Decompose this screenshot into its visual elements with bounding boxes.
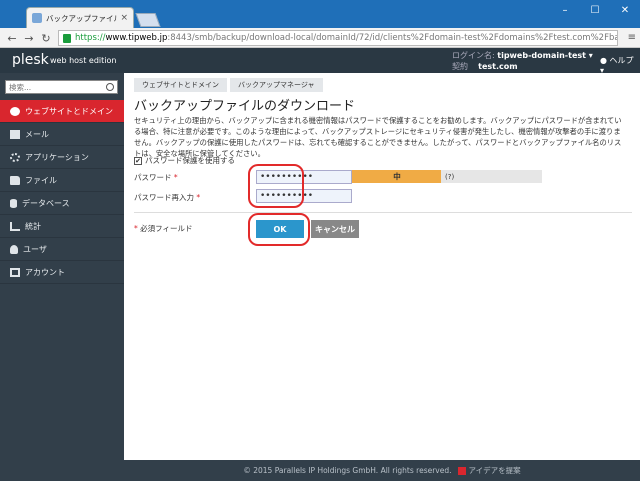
globe-icon [10, 106, 20, 116]
highlight-annotation [248, 164, 304, 208]
sidebar: ウェブサイトとドメイン メール アプリケーション ファイル データベース 統計 … [0, 73, 124, 481]
back-arrow-icon[interactable]: ← [4, 30, 20, 46]
url-scheme: https:// [75, 33, 106, 43]
password-strength-label: 中 [393, 172, 401, 181]
new-tab-button[interactable] [135, 13, 161, 27]
sidebar-item-label: 統計 [25, 221, 41, 231]
sidebar-item-label: アカウント [25, 267, 65, 277]
suggest-idea-link[interactable]: アイデアを提案 [469, 465, 521, 476]
sidebar-item-databases[interactable]: データベース [0, 192, 124, 215]
login-label: ログイン名: [452, 51, 495, 60]
minimize-icon[interactable]: – [550, 0, 580, 20]
search-input[interactable] [9, 82, 106, 92]
sidebar-item-users[interactable]: ユーザ [0, 238, 124, 261]
sidebar-item-websites-domains[interactable]: ウェブサイトとドメイン [0, 100, 124, 123]
cancel-button[interactable]: キャンセル [311, 220, 359, 238]
required-note-row: * 必須フィールド [134, 223, 193, 234]
window-controls: – ☐ ✕ [550, 0, 640, 20]
sidebar-item-applications[interactable]: アプリケーション [0, 146, 124, 169]
sidebar-item-label: ユーザ [23, 244, 47, 254]
url-path: :8443/smb/backup/download-local/domainId… [167, 33, 618, 43]
sidebar-item-files[interactable]: ファイル [0, 169, 124, 192]
chart-icon [10, 221, 20, 231]
protect-checkbox[interactable]: ✔ [134, 156, 142, 165]
browser-tab[interactable]: バックアップファイルのダウンロ × [26, 7, 134, 28]
main-content: ウェブサイトとドメイン バックアップマネージャ バックアップファイルのダウンロー… [124, 73, 640, 460]
contract-label: 契約 [452, 62, 468, 71]
login-info: ログイン名: tipweb-domain-test ▾ 契約 test.com [452, 50, 593, 72]
form-divider [134, 212, 632, 213]
url-field[interactable]: https:// www.tipweb.jp :8443/smb/backup/… [58, 30, 618, 46]
sidebar-nav: ウェブサイトとドメイン メール アプリケーション ファイル データベース 統計 … [0, 100, 124, 284]
sidebar-item-label: ファイル [25, 175, 57, 185]
page-description: セキュリティ上の理由から、バックアップに含まれる機密情報はパスワードで保護するこ… [134, 116, 622, 158]
gear-icon [10, 152, 20, 162]
search-icon[interactable] [106, 83, 114, 91]
contract-value[interactable]: test.com [478, 62, 517, 71]
password-help-hint[interactable]: (?) [445, 173, 454, 181]
protect-label: パスワード保護を使用する [145, 156, 235, 165]
password-confirm-label: パスワード再入力 [134, 193, 194, 202]
password-confirm-label-row: パスワード再入力 * [134, 192, 200, 203]
browser-tabbar: バックアップファイルのダウンロ × – ☐ ✕ [0, 0, 640, 28]
url-host: www.tipweb.jp [105, 33, 168, 43]
password-label: パスワード [134, 173, 172, 182]
password-label-row: パスワード * [134, 172, 178, 183]
reload-icon[interactable]: ↻ [38, 30, 54, 46]
sidebar-item-label: データベース [22, 198, 70, 208]
page-title: バックアップファイルのダウンロード [134, 99, 356, 114]
user-icon [10, 244, 18, 254]
plesk-header: plesk web host edition ログイン名: tipweb-dom… [0, 48, 640, 75]
idea-icon [457, 466, 466, 475]
highlight-annotation [248, 213, 310, 246]
breadcrumb-backup-manager[interactable]: バックアップマネージャ [230, 78, 323, 92]
sidebar-item-mail[interactable]: メール [0, 123, 124, 146]
sidebar-item-label: メール [25, 129, 49, 139]
forward-arrow-icon[interactable]: → [21, 30, 37, 46]
edition-label: web host edition [50, 56, 117, 65]
sidebar-search [5, 80, 118, 94]
breadcrumb-websites-domains[interactable]: ウェブサイトとドメイン [134, 78, 227, 92]
sidebar-item-label: ウェブサイトとドメイン [25, 106, 113, 116]
browser-menu-icon[interactable]: ≡ [628, 32, 636, 43]
tab-close-icon[interactable]: × [120, 13, 128, 23]
help-menu[interactable]: ● ヘルプ ▾ [600, 55, 640, 75]
lock-icon [63, 33, 71, 43]
tab-title: バックアップファイルのダウンロ [46, 13, 118, 23]
breadcrumb: ウェブサイトとドメイン バックアップマネージャ [134, 78, 326, 92]
help-icon: ● [600, 56, 607, 65]
protect-row: ✔ パスワード保護を使用する [134, 155, 235, 166]
login-user-menu[interactable]: tipweb-domain-test ▾ [497, 51, 593, 60]
required-star: * [134, 224, 138, 233]
address-bar: ← → ↻ https:// www.tipweb.jp :8443/smb/b… [0, 28, 640, 48]
required-star: * [173, 173, 178, 182]
required-star: * [196, 193, 201, 202]
plesk-logo[interactable]: plesk [12, 52, 49, 68]
copyright-text: © 2015 Parallels IP Holdings GmbH. All r… [243, 466, 452, 475]
account-icon [10, 267, 20, 277]
mail-icon [10, 129, 20, 139]
sidebar-item-label: アプリケーション [25, 152, 89, 162]
close-window-icon[interactable]: ✕ [610, 0, 640, 20]
sidebar-item-statistics[interactable]: 統計 [0, 215, 124, 238]
footer: © 2015 Parallels IP Holdings GmbH. All r… [124, 460, 640, 481]
database-icon [10, 198, 17, 208]
maximize-icon[interactable]: ☐ [580, 0, 610, 20]
folder-icon [10, 175, 20, 185]
plesk-favicon-icon [32, 13, 42, 23]
sidebar-item-account[interactable]: アカウント [0, 261, 124, 284]
required-note: 必須フィールド [140, 224, 193, 233]
